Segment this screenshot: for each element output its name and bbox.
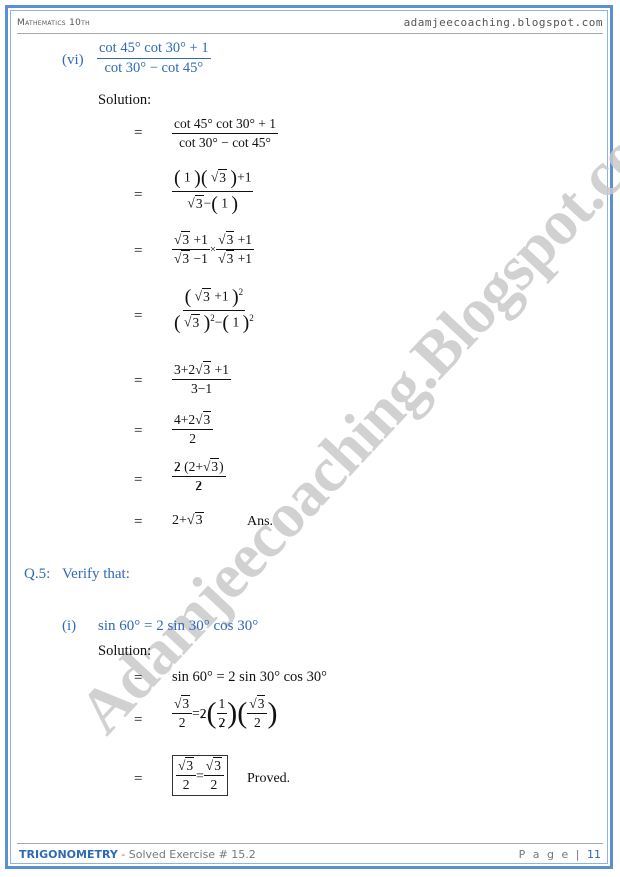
- step-4-denominator: ( √3 )2−( 1 )2: [174, 312, 254, 334]
- question-label: Q.5:: [24, 566, 51, 582]
- solution-label-vi: Solution:: [98, 92, 152, 108]
- result-rhs-denominator: 2: [210, 777, 218, 792]
- step-4-numerator: ( √3 +1 )2: [182, 286, 246, 311]
- step-6-expression: 4+2√3 2: [172, 411, 214, 447]
- step-1-denominator: cot 30° − cot 45°: [179, 135, 271, 150]
- step-5-numerator: 3+2√3 +1: [172, 361, 232, 380]
- step-3-expression: √3 +1 √3 −1 × √3 +1 √3 +1: [172, 231, 255, 267]
- lhs-denominator: 2: [178, 715, 186, 730]
- result-lhs-denominator: 2: [182, 777, 190, 792]
- step-5-denominator: 3−1: [190, 381, 213, 396]
- page-content: (vi) cot 45° cot 30° + 1 cot 30° − cot 4…: [0, 0, 620, 877]
- result-lhs-numerator: √3: [176, 757, 197, 776]
- step-2-expression: ( 1 )( √3 )+1 √3−( 1 ): [172, 167, 254, 216]
- factor-2-denominator: 2: [253, 715, 261, 730]
- equals-sign: =: [196, 767, 204, 783]
- step-equals: =: [134, 308, 143, 324]
- lhs-numerator: √3: [172, 695, 193, 714]
- result-rhs-numerator: √3: [203, 757, 224, 776]
- step-1-expression: cot 45° cot 30° + 1 cot 30° − cot 45°: [172, 116, 279, 151]
- q5-step-1-text: sin 60° = 2 sin 30° cos 30°: [172, 669, 327, 685]
- step-3-numerator-2: √3 +1: [216, 231, 255, 250]
- factor-1-numerator: 1: [216, 696, 228, 714]
- cancelled-denominator: 2: [218, 715, 226, 730]
- equals-sign: =: [192, 705, 200, 721]
- part-vi-denominator: cot 30° − cot 45°: [104, 60, 204, 76]
- step-2-denominator: √3−( 1 ): [187, 193, 239, 215]
- step-equals: =: [134, 423, 143, 439]
- boxed-result: √3 2 = √3 2: [172, 755, 228, 796]
- step-equals: =: [134, 125, 143, 141]
- step-equals: =: [134, 670, 143, 686]
- proved-label: Proved.: [247, 771, 291, 786]
- part-vi-expression: cot 45° cot 30° + 1 cot 30° − cot 45°: [97, 40, 211, 77]
- cancelled-factor: 2: [174, 459, 181, 474]
- step-7-denominator: 2: [193, 477, 204, 494]
- step-equals: =: [134, 472, 143, 488]
- step-1-numerator: cot 45° cot 30° + 1: [172, 116, 279, 134]
- step-8-result: 2+√3: [172, 512, 204, 528]
- part-i-statement: sin 60° = 2 sin 30° cos 30°: [98, 618, 259, 634]
- factor-1-denominator: 2: [217, 714, 228, 731]
- question-title: Verify that:: [62, 566, 130, 582]
- q5-step-2-expression: √3 2 =2( 1 2 )( √3 2 ): [172, 695, 278, 731]
- step-equals: =: [134, 243, 143, 259]
- part-vi-label: (vi): [62, 52, 84, 68]
- step-equals: =: [134, 373, 143, 389]
- step-3-denominator-1: √3 −1: [174, 250, 208, 266]
- step-5-expression: 3+2√3 +1 3−1: [172, 361, 232, 397]
- q5-step-3-expression: √3 2 = √3 2: [172, 755, 228, 796]
- step-4-expression: ( √3 +1 )2 ( √3 )2−( 1 )2: [172, 286, 256, 335]
- step-equals: =: [134, 514, 143, 530]
- step-equals: =: [134, 187, 143, 203]
- step-3-denominator-2: √3 +1: [218, 250, 253, 266]
- solution-label-i: Solution:: [98, 643, 152, 659]
- part-i-label: (i): [62, 618, 77, 634]
- part-vi-numerator: cot 45° cot 30° + 1: [97, 40, 211, 59]
- cancelled-factor: 2: [195, 478, 203, 493]
- step-6-numerator: 4+2√3: [172, 411, 214, 430]
- step-equals: =: [134, 771, 143, 787]
- step-3-numerator-1: √3 +1: [172, 231, 210, 250]
- step-7-expression: 2 (2+√3) 2: [172, 458, 226, 494]
- cancelled-coefficient: 2: [199, 705, 207, 721]
- factor-2-numerator: √3: [247, 695, 268, 714]
- step-7-numerator: 2 (2+√3): [172, 458, 226, 477]
- step-6-denominator: 2: [189, 431, 197, 446]
- step-2-numerator: ( 1 )( √3 )+1: [172, 167, 254, 192]
- answer-label: Ans.: [247, 514, 274, 529]
- step-equals: =: [134, 712, 143, 728]
